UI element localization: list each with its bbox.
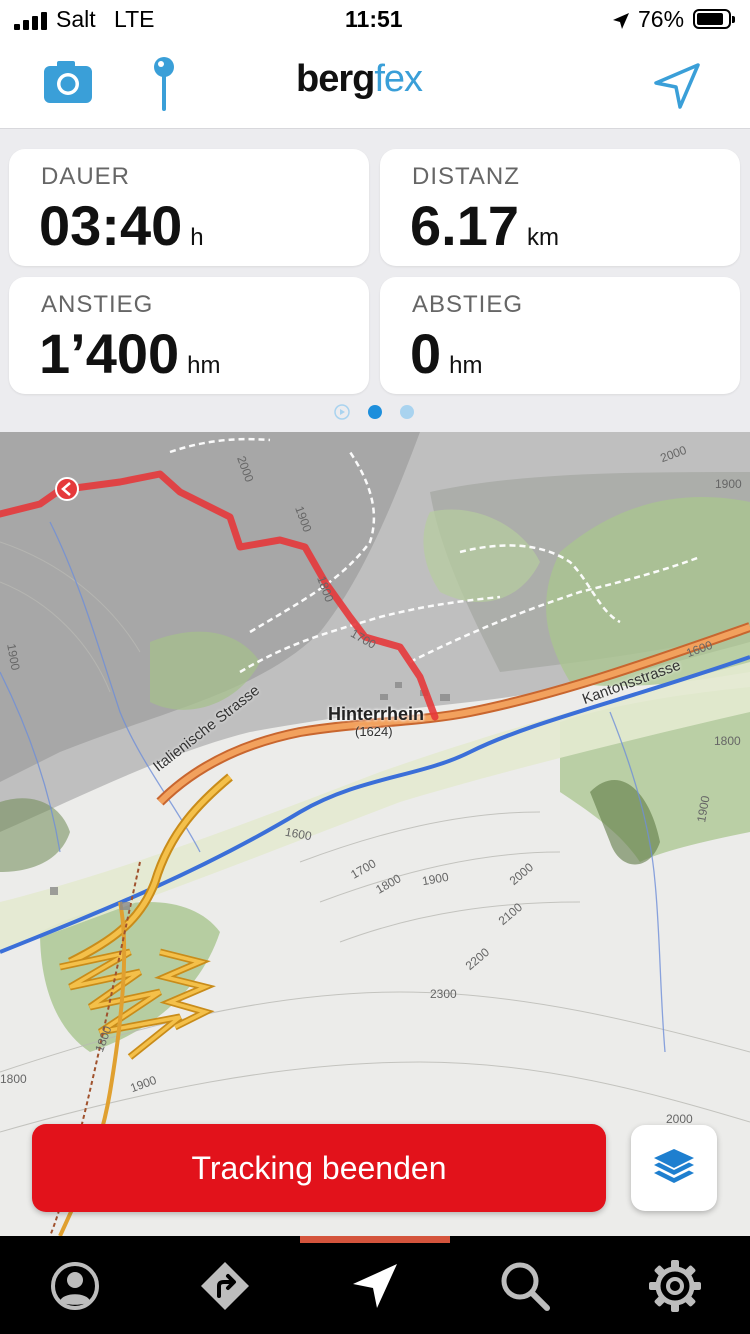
active-tab-indicator <box>300 1236 450 1243</box>
bottom-tab-bar <box>0 1236 750 1334</box>
navigation-arrow-icon[interactable] <box>652 62 702 110</box>
play-page-icon[interactable] <box>334 404 350 420</box>
clock: 11:51 <box>345 6 403 32</box>
bergfex-logo: bergfex <box>296 58 423 100</box>
profile-tab-icon[interactable] <box>45 1256 105 1316</box>
battery-percent: 76% <box>638 6 685 32</box>
signal-icon <box>14 12 50 30</box>
app-header: bergfex <box>0 42 750 129</box>
map-label-place: Hinterrhein <box>328 704 425 724</box>
stats-panel: DAUER 03:40 h DISTANZ 6.17 km ANSTIEG 1’40… <box>0 129 750 431</box>
stat-label: DISTANZ <box>412 163 520 190</box>
camera-icon[interactable] <box>43 60 93 104</box>
search-tab-icon[interactable] <box>495 1256 555 1316</box>
navigation-tab-icon[interactable] <box>345 1256 405 1316</box>
map-layers-button[interactable] <box>631 1125 717 1211</box>
status-bar: Salt LTE 11:51 76% <box>0 0 750 42</box>
stat-value: 03:40 h <box>39 194 204 257</box>
map-pin-icon[interactable] <box>151 56 177 112</box>
stat-card-ascent[interactable]: ANSTIEG 1’400 hm <box>9 277 369 394</box>
topo-map[interactable]: Hinterrhein (1624) Italienische Strasse … <box>0 432 750 1236</box>
contour-label: 1900 <box>715 477 742 491</box>
settings-gear-icon[interactable] <box>645 1256 705 1316</box>
layers-icon <box>654 1149 694 1183</box>
map-label-elevation: (1624) <box>355 724 393 739</box>
stat-label: DAUER <box>41 163 131 190</box>
stop-tracking-button[interactable]: Tracking beenden <box>32 1124 606 1212</box>
battery-icon <box>693 9 735 29</box>
contour-label: 2000 <box>666 1112 693 1126</box>
contour-label: 1800 <box>0 1072 27 1086</box>
stat-card-distance[interactable]: DISTANZ 6.17 km <box>380 149 740 266</box>
stat-label: ANSTIEG <box>41 291 154 318</box>
location-arrow-icon <box>613 13 629 29</box>
stat-value: 1’400 hm <box>39 322 221 385</box>
contour-label: 1800 <box>714 734 741 748</box>
network-label: LTE <box>114 6 155 32</box>
stat-card-descent[interactable]: ABSTIEG 0 hm <box>380 277 740 394</box>
stat-value: 6.17 km <box>410 194 559 257</box>
page-dot-active[interactable] <box>368 405 382 419</box>
stat-value: 0 hm <box>410 322 483 385</box>
stat-label: ABSTIEG <box>412 291 524 318</box>
carrier-label: Salt <box>56 6 96 32</box>
stat-card-duration[interactable]: DAUER 03:40 h <box>9 149 369 266</box>
contour-label: 2300 <box>430 987 457 1001</box>
page-dot[interactable] <box>400 405 414 419</box>
routes-tab-icon[interactable] <box>195 1256 255 1316</box>
